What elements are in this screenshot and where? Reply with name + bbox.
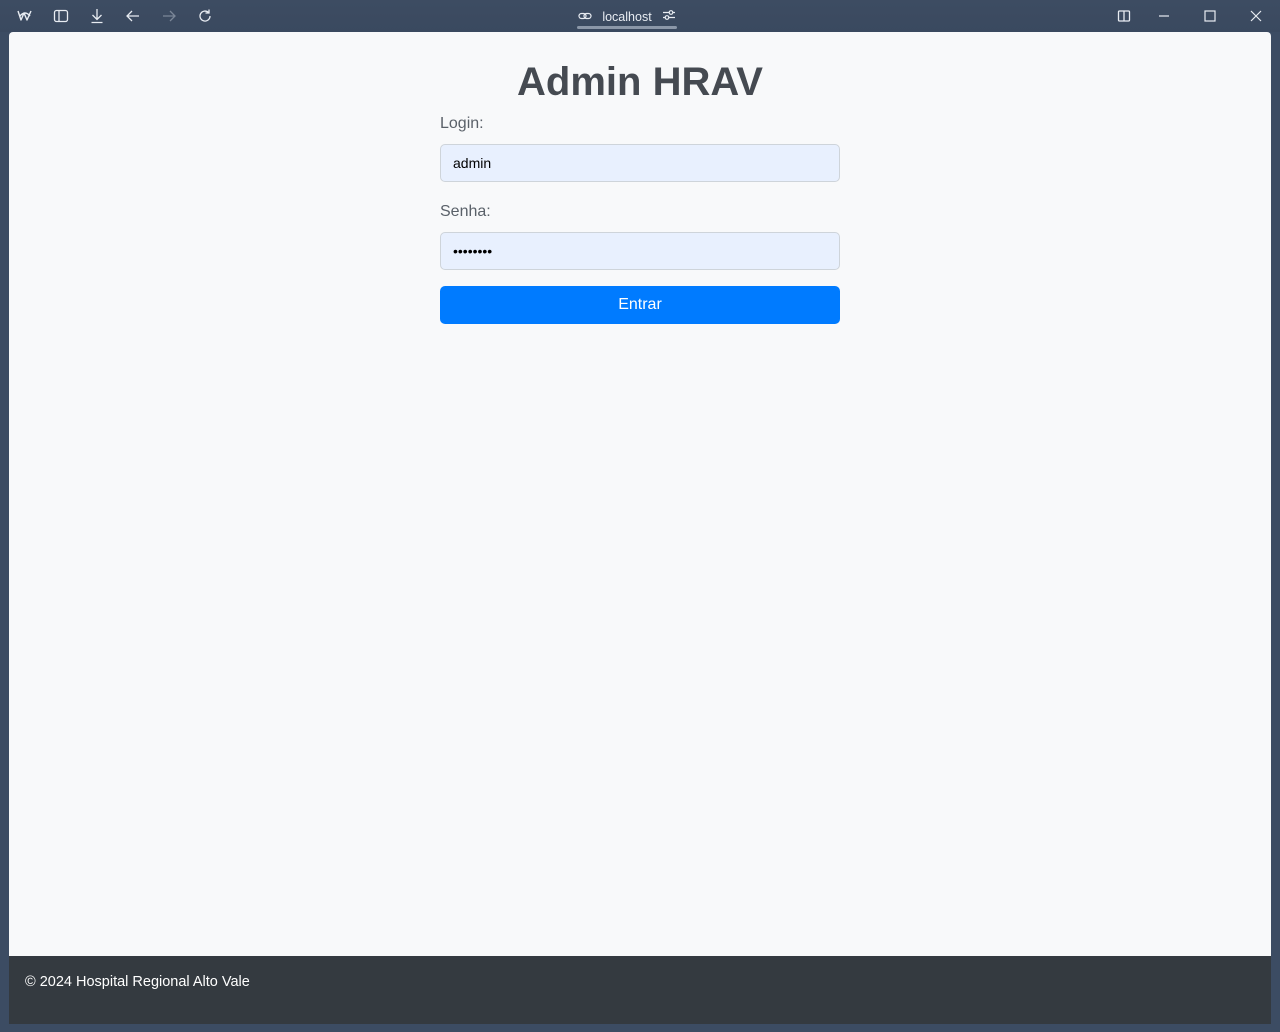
browser-titlebar: localhost — [0, 0, 1280, 32]
address-underline — [577, 26, 677, 29]
download-icon[interactable] — [84, 4, 110, 28]
footer-copyright: © 2024 Hospital Regional Alto Vale — [25, 974, 250, 990]
browser-logo-icon[interactable] — [12, 4, 38, 28]
login-label: Login: — [440, 115, 484, 132]
page-title: Admin HRAV — [517, 60, 763, 104]
back-arrow-icon[interactable] — [120, 4, 146, 28]
forward-arrow-icon[interactable] — [156, 4, 182, 28]
link-icon — [578, 8, 592, 26]
login-input[interactable] — [440, 144, 840, 182]
address-text: localhost — [602, 10, 652, 24]
reload-icon[interactable] — [192, 4, 218, 28]
maximize-icon[interactable] — [1197, 4, 1223, 28]
submit-button[interactable]: Entrar — [440, 286, 840, 324]
login-form: Login: Senha: Entrar — [440, 114, 840, 324]
sliders-icon[interactable] — [662, 8, 676, 26]
split-view-icon[interactable] — [1111, 4, 1137, 28]
close-icon[interactable] — [1243, 4, 1269, 28]
minimize-icon[interactable] — [1151, 4, 1177, 28]
page-footer: © 2024 Hospital Regional Alto Vale — [9, 956, 1271, 1024]
sidebar-toggle-icon[interactable] — [48, 4, 74, 28]
password-input[interactable] — [440, 232, 840, 270]
page-viewport: Admin HRAV Login: Senha: Entrar © 2024 H… — [9, 32, 1271, 1024]
password-label: Senha: — [440, 203, 491, 220]
